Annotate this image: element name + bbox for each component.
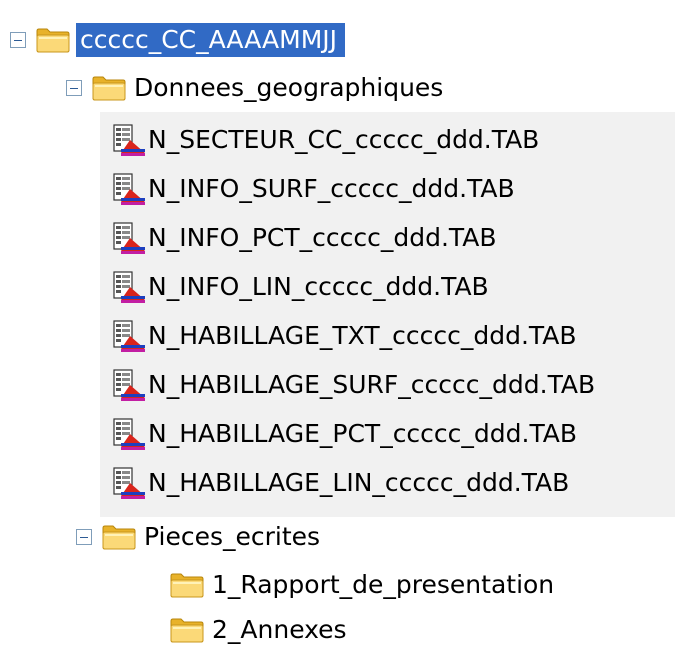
file-item[interactable]: N_HABILLAGE_LIN_ccccc_ddd.TAB bbox=[112, 461, 569, 505]
file-label[interactable]: N_INFO_SURF_ccccc_ddd.TAB bbox=[148, 172, 515, 206]
file-item[interactable]: N_HABILLAGE_SURF_ccccc_ddd.TAB bbox=[112, 363, 595, 407]
file-label[interactable]: N_INFO_LIN_ccccc_ddd.TAB bbox=[148, 270, 489, 304]
file-label[interactable]: N_HABILLAGE_LIN_ccccc_ddd.TAB bbox=[148, 466, 569, 500]
mapinfo-table-icon bbox=[112, 270, 146, 304]
file-label[interactable]: N_INFO_PCT_ccccc_ddd.TAB bbox=[148, 221, 497, 255]
folder-icon bbox=[170, 572, 204, 598]
file-item[interactable]: N_INFO_PCT_ccccc_ddd.TAB bbox=[112, 216, 497, 260]
file-label[interactable]: N_HABILLAGE_PCT_ccccc_ddd.TAB bbox=[148, 417, 577, 451]
folder-icon bbox=[102, 524, 136, 550]
mapinfo-table-icon bbox=[112, 221, 146, 255]
mapinfo-table-icon bbox=[112, 417, 146, 451]
folder-label[interactable]: 1_Rapport_de_presentation bbox=[212, 568, 554, 602]
folder-label[interactable]: Donnees_geographiques bbox=[134, 71, 443, 105]
folder-icon bbox=[170, 617, 204, 643]
file-label[interactable]: N_HABILLAGE_TXT_ccccc_ddd.TAB bbox=[148, 319, 576, 353]
file-label[interactable]: N_SECTEUR_CC_ccccc_ddd.TAB bbox=[148, 123, 539, 157]
folder-icon bbox=[36, 27, 70, 53]
mapinfo-table-icon bbox=[112, 123, 146, 157]
file-item[interactable]: N_HABILLAGE_PCT_ccccc_ddd.TAB bbox=[112, 412, 577, 456]
mapinfo-table-icon bbox=[112, 172, 146, 206]
file-label[interactable]: N_HABILLAGE_SURF_ccccc_ddd.TAB bbox=[148, 368, 595, 402]
tree-node-pieces-ecrites[interactable]: Pieces_ecrites bbox=[76, 515, 320, 559]
root-folder-label[interactable]: ccccc_CC_AAAAMMJJ bbox=[76, 23, 346, 57]
folder-label[interactable]: 2_Annexes bbox=[212, 613, 347, 647]
folder-label[interactable]: Pieces_ecrites bbox=[144, 520, 320, 554]
file-item[interactable]: N_INFO_LIN_ccccc_ddd.TAB bbox=[112, 265, 489, 309]
folder-icon bbox=[92, 75, 126, 101]
mapinfo-table-icon bbox=[112, 368, 146, 402]
tree-node-subfolder[interactable]: 2_Annexes bbox=[170, 608, 347, 652]
collapse-icon[interactable] bbox=[66, 80, 82, 96]
tree-node-root[interactable]: ccccc_CC_AAAAMMJJ bbox=[10, 18, 346, 62]
mapinfo-table-icon bbox=[112, 466, 146, 500]
file-item[interactable]: N_HABILLAGE_TXT_ccccc_ddd.TAB bbox=[112, 314, 576, 358]
tree-node-subfolder[interactable]: 1_Rapport_de_presentation bbox=[170, 563, 554, 607]
collapse-icon[interactable] bbox=[10, 32, 26, 48]
file-item[interactable]: N_INFO_SURF_ccccc_ddd.TAB bbox=[112, 167, 515, 211]
collapse-icon[interactable] bbox=[76, 529, 92, 545]
file-item[interactable]: N_SECTEUR_CC_ccccc_ddd.TAB bbox=[112, 118, 539, 162]
mapinfo-table-icon bbox=[112, 319, 146, 353]
tree-node-donnees-geographiques[interactable]: Donnees_geographiques bbox=[66, 66, 443, 110]
